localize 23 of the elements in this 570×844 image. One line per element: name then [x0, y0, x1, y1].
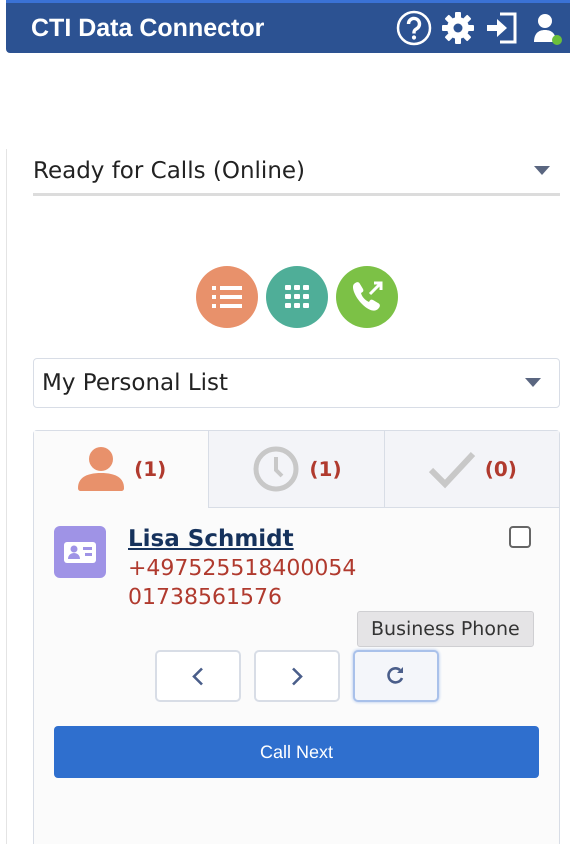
- app-title: CTI Data Connector: [31, 14, 264, 42]
- phone-number[interactable]: +497525518400054: [128, 554, 356, 583]
- chevron-right-icon: [290, 666, 302, 686]
- person-icon: [76, 446, 126, 492]
- caret-icon: [525, 378, 541, 388]
- help-icon[interactable]: [396, 10, 432, 46]
- redial-button[interactable]: [352, 650, 438, 702]
- contact-card-icon: [54, 526, 106, 578]
- tab[interactable]: (1): [34, 431, 208, 508]
- tab[interactable]: (0): [384, 431, 559, 508]
- clock-icon: [251, 446, 302, 492]
- caret-icon: [534, 166, 550, 176]
- list-dropdown[interactable]: My Personal List: [33, 358, 560, 408]
- phone-number[interactable]: 01738561576: [128, 583, 282, 612]
- chevron-left-icon: [192, 666, 204, 686]
- select-checkbox[interactable]: [509, 526, 531, 548]
- contact-name-link[interactable]: Lisa Schmidt: [128, 526, 294, 552]
- tab[interactable]: (1): [208, 431, 384, 508]
- call-next-button[interactable]: Call Next: [54, 726, 539, 778]
- dialpad-icon[interactable]: [266, 266, 328, 328]
- status-dropdown[interactable]: Ready for Calls (Online): [33, 149, 560, 196]
- tooltip: Business Phone: [357, 611, 534, 647]
- settings-icon[interactable]: [440, 10, 476, 46]
